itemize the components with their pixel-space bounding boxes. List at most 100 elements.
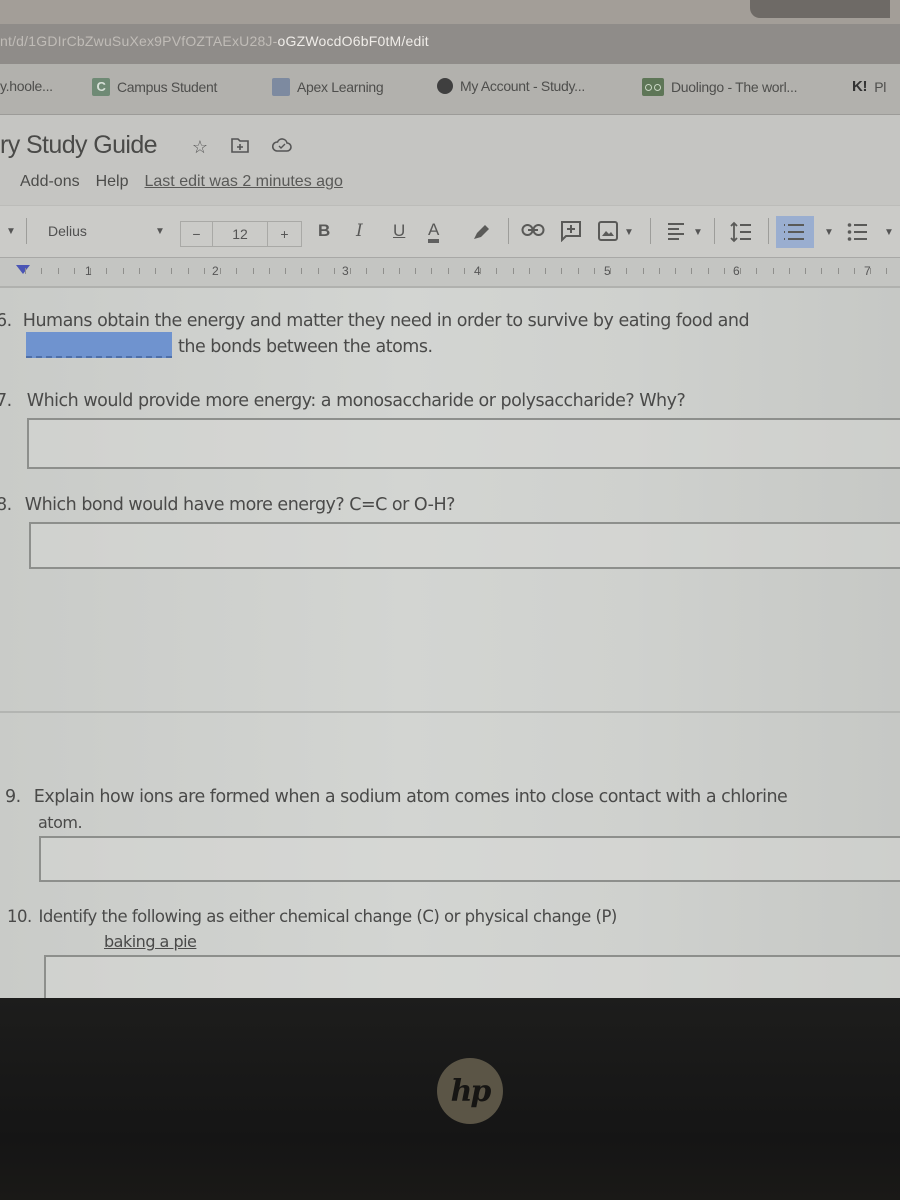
ruler-number: 3	[342, 264, 349, 278]
font-family-select[interactable]: Delius	[48, 223, 87, 239]
star-icon[interactable]: ☆	[190, 137, 210, 157]
bookmark-study-account[interactable]: My Account - Study...	[437, 78, 585, 94]
bookmark-schoology[interactable]: y.hoole...	[0, 78, 53, 94]
tab-strip	[0, 0, 900, 24]
font-dropdown-icon[interactable]: ▼	[155, 226, 165, 237]
ruler-tick	[25, 268, 26, 274]
ruler-tick	[708, 268, 709, 274]
ruler-tick	[610, 268, 611, 274]
url-text[interactable]: nt/d/1GDIrCbZwuSuXex9PVfOZTAExU28J-oGZWo…	[0, 33, 429, 49]
line-spacing-icon[interactable]	[730, 221, 752, 246]
bookmark-duolingo[interactable]: Duolingo - The worl...	[642, 78, 798, 96]
ruler-tick	[123, 268, 124, 274]
question-text: Humans obtain the energy and matter they…	[22, 311, 750, 331]
ruler-tick	[106, 268, 107, 274]
document-page[interactable]: 6. Humans obtain the energy and matter t…	[0, 287, 900, 998]
highlight-color-icon[interactable]	[471, 222, 493, 245]
highlighted-blank[interactable]	[26, 332, 172, 358]
question-6: 6. Humans obtain the energy and matter t…	[0, 311, 750, 331]
increase-font-size-button[interactable]: +	[268, 222, 301, 246]
ruler-tick	[513, 268, 514, 274]
question-number: 9.	[5, 787, 21, 807]
link-icon[interactable]	[521, 223, 545, 240]
ruler-tick	[269, 268, 270, 274]
bookmark-label: Pl	[874, 78, 887, 95]
numbered-list-button[interactable]	[776, 216, 814, 248]
document-title[interactable]: ry Study Guide	[0, 131, 158, 160]
menu-add-ons[interactable]: Add-ons	[20, 173, 80, 191]
ruler-tick	[155, 268, 156, 274]
underline-button[interactable]: U	[393, 221, 405, 241]
ruler[interactable]: 1 2 3 4 5 6 7	[0, 257, 900, 288]
answer-box-9[interactable]	[39, 836, 900, 882]
bookmark-label: My Account - Study...	[460, 78, 585, 94]
bulleted-list-dropdown-icon[interactable]: ▼	[884, 227, 894, 238]
question-8: 8. Which bond would have more energy? C=…	[0, 495, 455, 515]
ruler-tick	[41, 268, 42, 274]
last-edit-link[interactable]: Last edit was 2 minutes ago	[145, 173, 343, 191]
question-text: Identify the following as either chemica…	[38, 907, 618, 926]
ruler-tick	[415, 268, 416, 274]
bold-button[interactable]: B	[318, 221, 330, 241]
answer-box-8[interactable]	[29, 522, 900, 569]
bookmark-kahoot[interactable]: K! Pl	[852, 78, 886, 95]
ruler-tick	[188, 268, 189, 274]
ruler-tick	[529, 268, 530, 274]
text-color-button[interactable]: A	[428, 221, 440, 243]
add-comment-icon[interactable]	[560, 220, 582, 245]
answer-box-7[interactable]	[27, 418, 900, 469]
ruler-tick	[236, 268, 237, 274]
answer-box-10[interactable]	[44, 955, 900, 998]
question-7: 7. Which would provide more energy: a mo…	[0, 391, 686, 411]
bookmark-campus-student[interactable]: C Campus Student	[92, 78, 217, 96]
ruler-tick	[399, 268, 400, 274]
ruler-tick	[740, 268, 741, 274]
ruler-tick	[643, 268, 644, 274]
question-10-item: baking a pie	[104, 932, 197, 951]
question-9-continued: atom.	[38, 813, 83, 832]
ruler-tick	[724, 268, 725, 274]
first-line-indent-handle[interactable]	[16, 265, 30, 274]
ruler-tick	[334, 268, 335, 274]
ruler-tick	[756, 268, 757, 274]
ruler-tick	[854, 268, 855, 274]
ruler-tick	[675, 268, 676, 274]
move-to-folder-icon[interactable]	[230, 137, 250, 157]
align-left-icon[interactable]	[667, 222, 687, 243]
italic-button[interactable]: I	[356, 221, 363, 241]
kahoot-icon: K!	[852, 78, 868, 95]
page-break	[0, 711, 900, 713]
ruler-tick	[496, 268, 497, 274]
question-6-continued: the bonds between the atoms.	[178, 337, 433, 357]
question-10: 10. Identify the following as either che…	[7, 907, 617, 926]
insert-image-icon[interactable]	[597, 220, 619, 245]
ruler-tick	[659, 268, 660, 274]
address-bar[interactable]: nt/d/1GDIrCbZwuSuXex9PVfOZTAExU28J-oGZWo…	[0, 24, 900, 64]
toolbar-divider	[768, 218, 769, 244]
font-size-input[interactable]: 12	[213, 222, 268, 246]
bookmark-apex-learning[interactable]: Apex Learning	[272, 78, 384, 96]
numbered-list-dropdown-icon[interactable]: ▼	[824, 227, 834, 238]
decrease-font-size-button[interactable]: −	[181, 222, 213, 246]
browser-tab[interactable]	[750, 0, 890, 18]
ruler-tick	[578, 268, 579, 274]
cloud-saved-icon[interactable]	[271, 137, 292, 157]
image-dropdown-icon[interactable]: ▼	[624, 227, 634, 238]
question-text: Explain how ions are formed when a sodiu…	[33, 787, 788, 807]
ruler-tick	[626, 268, 627, 274]
ruler-tick	[58, 268, 59, 274]
ruler-tick	[545, 268, 546, 274]
ruler-tick	[594, 268, 595, 274]
ruler-tick	[448, 268, 449, 274]
doc-header: ry Study Guide ☆ Add-ons Help Last edit …	[0, 115, 900, 205]
ruler-tick	[90, 268, 91, 274]
menu-help[interactable]: Help	[96, 173, 129, 191]
bulleted-list-icon[interactable]	[847, 222, 867, 245]
bookmarks-bar: y.hoole... C Campus Student Apex Learnin…	[0, 64, 900, 115]
ruler-tick	[301, 268, 302, 274]
align-dropdown-icon[interactable]: ▼	[693, 227, 703, 238]
font-size-control: − 12 +	[180, 221, 302, 247]
question-9: 9. Explain how ions are formed when a so…	[5, 787, 788, 807]
styles-dropdown-icon[interactable]: ▼	[6, 226, 16, 237]
ruler-tick	[204, 268, 205, 274]
